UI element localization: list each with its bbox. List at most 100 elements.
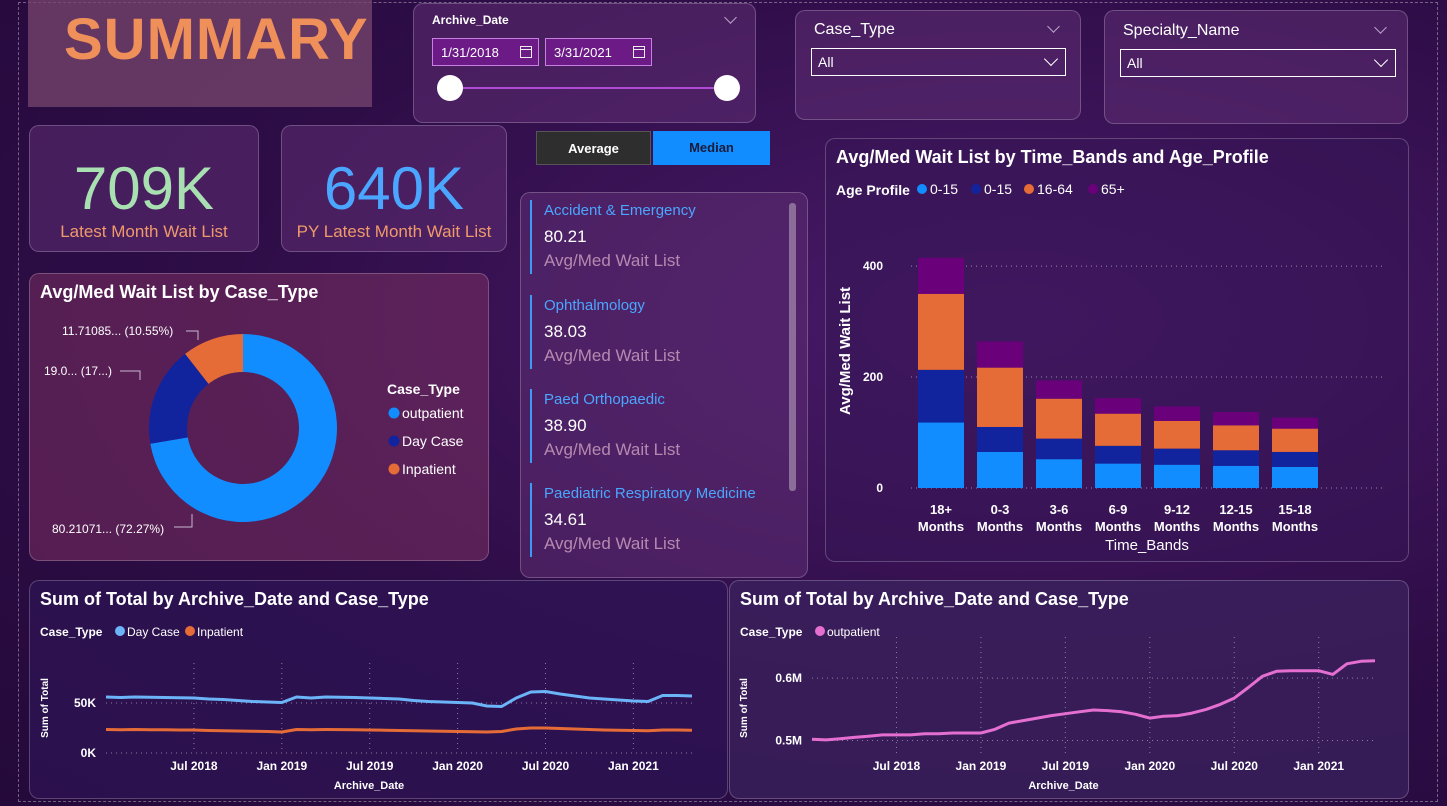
page-title: SUMMARY	[64, 7, 369, 72]
archive-date-slicer: Archive_Date 1/31/2018 3/31/2021	[413, 3, 756, 123]
bar-segment	[1095, 463, 1141, 488]
specialty-value: 34.61	[544, 510, 587, 529]
bar-segment	[1154, 406, 1200, 421]
bar-segment	[1036, 380, 1082, 399]
donut-data-label: 11.71085... (10.55%)	[62, 324, 173, 338]
calendar-icon[interactable]	[520, 46, 532, 58]
kpi-latest-month-value: 709K	[73, 155, 215, 222]
bar-segment	[1272, 428, 1318, 452]
end-date-input[interactable]: 3/31/2021	[545, 38, 652, 66]
bar-segment	[977, 367, 1023, 427]
x-tick-label: Months	[1036, 519, 1082, 534]
bar-segment	[1154, 448, 1200, 465]
legend-label: outpatient	[402, 405, 464, 421]
line-chart-1: Case_Type Day Case Inpatient Jul 2018 Jan 20…	[40, 625, 693, 792]
list-item[interactable]: Paediatric Respiratory Medicine 34.61 Av…	[530, 483, 790, 557]
chevron-down-icon[interactable]	[1374, 21, 1387, 34]
line-chart-2-card: Sum of Total by Archive_Date and Case_Ty…	[729, 580, 1409, 799]
x-tick-label: Jul 2018	[873, 759, 921, 773]
chevron-down-icon[interactable]	[724, 11, 737, 24]
bar-segment	[918, 293, 964, 370]
y-axis-label: Avg/Med Wait List	[837, 287, 854, 415]
bar-segment	[1036, 398, 1082, 439]
median-button[interactable]: Median	[653, 131, 770, 165]
specialty-list-scrollbar[interactable]	[789, 203, 796, 491]
x-tick-label: Jan 2021	[1293, 759, 1344, 773]
x-tick-label: Jul 2019	[1042, 759, 1090, 773]
specialty-label: Avg/Med Wait List	[544, 440, 681, 459]
specialty-selected: All	[1127, 55, 1143, 71]
legend-marker	[388, 463, 400, 475]
bar-segment	[1154, 420, 1200, 449]
x-tick-label: Jan 2021	[608, 759, 659, 773]
donut-data-label: 80.21071... (72.27%)	[52, 522, 164, 536]
bar-segment	[1095, 398, 1141, 414]
specialty-label: Avg/Med Wait List	[544, 534, 681, 553]
bar-segment	[977, 426, 1023, 452]
range-end-handle[interactable]	[714, 75, 740, 101]
case-type-dropdown[interactable]: All	[811, 48, 1066, 76]
case-type-title: Case_Type	[814, 21, 895, 38]
line-chart-1-card: Sum of Total by Archive_Date and Case_Ty…	[29, 580, 728, 799]
list-item[interactable]: Ophthalmology 38.03 Avg/Med Wait List	[530, 295, 790, 369]
bar-segment	[1213, 411, 1259, 426]
x-tick-label: Months	[1154, 519, 1200, 534]
bar-segment	[1213, 450, 1259, 466]
bar-segment	[1154, 464, 1200, 488]
x-tick-label: Jul 2020	[1211, 759, 1259, 773]
series-line	[105, 726, 693, 734]
bar-segment	[1272, 451, 1318, 467]
specialty-dropdown[interactable]: All	[1120, 49, 1396, 77]
case-type-slicer: Case_Type All	[795, 10, 1081, 120]
kpi-latest-month-label: Latest Month Wait List	[60, 222, 228, 241]
x-tick-label: 15-18	[1278, 502, 1311, 517]
legend-marker	[1024, 184, 1034, 194]
legend-label: 0-15	[984, 181, 1012, 197]
x-tick-label: 0-3	[991, 502, 1010, 517]
y-tick-label: 0.6M	[775, 671, 802, 685]
x-tick-label: 9-12	[1164, 502, 1190, 517]
x-tick-label: Months	[1272, 519, 1318, 534]
specialty-value: 80.21	[544, 227, 587, 246]
average-button[interactable]: Average	[536, 131, 651, 165]
legend-marker	[1088, 184, 1098, 194]
list-item[interactable]: Paed Orthopaedic 38.90 Avg/Med Wait List	[530, 389, 790, 463]
x-tick-label: Jul 2018	[170, 759, 218, 773]
specialty-name: Ophthalmology	[544, 297, 645, 314]
legend-marker	[115, 626, 125, 636]
bar-segment	[1095, 413, 1141, 446]
bar-segment	[1272, 466, 1318, 488]
y-axis-label: Sum of Total	[739, 678, 750, 738]
archive-date-title: Archive_Date	[432, 13, 509, 27]
donut-data-label: 19.0... (17...)	[44, 364, 112, 378]
y-tick-label: 200	[863, 370, 883, 384]
chevron-down-icon	[1043, 51, 1059, 67]
legend-label: outpatient	[827, 625, 880, 639]
y-tick-label: 50K	[74, 696, 96, 710]
y-tick-label: 0	[876, 481, 883, 495]
x-tick-label: Months	[977, 519, 1023, 534]
specialty-slicer: Specialty_Name All	[1104, 10, 1408, 124]
legend-marker	[971, 184, 981, 194]
specialty-name: Paediatric Respiratory Medicine	[544, 485, 756, 502]
legend-label: 0-15	[930, 181, 958, 197]
title-box: SUMMARY	[28, 0, 372, 107]
x-axis-label: Archive_Date	[1028, 780, 1098, 792]
date-range-track	[450, 87, 728, 89]
kpi-py-latest-month: 640K PY Latest Month Wait List	[281, 125, 507, 252]
calendar-icon[interactable]	[633, 46, 645, 58]
line-chart-2: Case_Type outpatient Jul 2018 Jan 2019 Jul 2…	[739, 625, 1376, 792]
chevron-down-icon[interactable]	[1047, 20, 1060, 33]
list-item[interactable]: Accident & Emergency 80.21 Avg/Med Wait …	[530, 200, 790, 274]
start-date-input[interactable]: 1/31/2018	[432, 38, 539, 66]
range-start-handle[interactable]	[437, 75, 463, 101]
legend-label: Day Case	[402, 433, 464, 449]
x-tick-label: 6-9	[1109, 502, 1128, 517]
start-date-value: 1/31/2018	[441, 45, 499, 60]
specialty-value: 38.03	[544, 322, 587, 341]
specialty-title: Specialty_Name	[1123, 22, 1240, 39]
x-tick-label: Months	[918, 519, 964, 534]
line-legend-title: Case_Type	[40, 625, 103, 639]
donut-legend-title: Case_Type	[387, 381, 460, 397]
x-tick-label: Jul 2019	[346, 759, 394, 773]
